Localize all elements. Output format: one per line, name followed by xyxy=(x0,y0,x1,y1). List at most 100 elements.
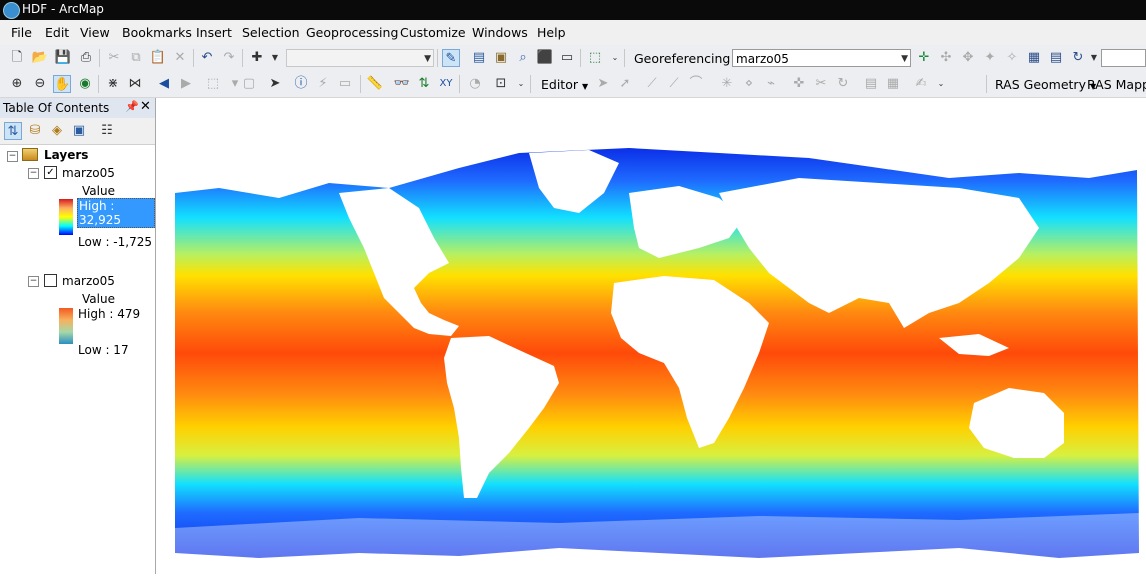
list-by-visibility-icon[interactable]: ◈ xyxy=(48,122,66,140)
add-data-dropdown-icon[interactable]: ▼ xyxy=(266,49,284,67)
copy-icon[interactable]: ⧉ xyxy=(127,49,145,67)
find-route-icon[interactable]: ⇅ xyxy=(415,75,433,93)
clear-selection-icon[interactable]: ▢ xyxy=(240,75,258,93)
go-to-xy-icon[interactable]: XY xyxy=(437,75,455,93)
back-arrow-icon[interactable]: ◀ xyxy=(155,75,173,93)
hyperlink-icon[interactable]: ⚡ xyxy=(314,75,332,93)
search-window-icon[interactable]: ⌕ xyxy=(514,49,532,67)
ras-mapping-menu[interactable]: RAS Mappi xyxy=(1087,77,1146,92)
layer2-high-label: High : 479 xyxy=(78,307,141,321)
select-features-icon[interactable]: ⬚ xyxy=(204,75,222,93)
zoom-out-icon[interactable]: ⊖ xyxy=(31,75,49,93)
edit-annotation-icon[interactable]: ➚ xyxy=(616,75,634,93)
trace-icon[interactable]: ⌒ xyxy=(687,75,705,93)
redo-icon[interactable]: ↷ xyxy=(220,49,238,67)
time-slider-icon[interactable]: ◔ xyxy=(466,75,484,93)
menu-view[interactable]: View xyxy=(80,25,110,40)
paste-icon[interactable]: 📋 xyxy=(149,49,167,67)
list-by-drawing-order-icon[interactable]: ⇅ xyxy=(4,122,22,140)
map-display[interactable] xyxy=(159,98,1146,574)
fixed-zoom-in-icon[interactable]: ⋇ xyxy=(104,75,122,93)
select-elements-arrow-icon[interactable]: ➤ xyxy=(266,75,284,93)
add-data-icon[interactable]: ✚ xyxy=(248,49,266,67)
rotation-angle-input[interactable] xyxy=(1101,49,1146,67)
split-icon[interactable]: ✂ xyxy=(812,75,830,93)
link-table-icon[interactable]: ▤ xyxy=(1047,49,1065,67)
straight-segment-icon[interactable]: ⟋ xyxy=(643,75,661,93)
select-link-icon[interactable]: ✥ xyxy=(959,49,977,67)
new-document-icon[interactable]: 🗋 xyxy=(8,49,26,67)
ras-geometry-menu[interactable]: RAS Geometry ▼ xyxy=(995,77,1096,92)
edit-vertices-icon[interactable]: ⋄ xyxy=(740,75,758,93)
editor-toolbar-toggle-icon[interactable]: ✎ xyxy=(442,49,460,67)
reshape-icon[interactable]: ⌁ xyxy=(762,75,780,93)
editor-menu[interactable]: Editor ▼ xyxy=(541,77,588,92)
menu-windows[interactable]: Windows xyxy=(472,25,528,40)
toc-header: Table Of Contents 📌 ✕ xyxy=(0,98,155,118)
menu-insert[interactable]: Insert xyxy=(196,25,232,40)
point-icon[interactable]: ✳ xyxy=(718,75,736,93)
identify-icon[interactable]: ⓘ xyxy=(292,75,310,93)
open-folder-icon[interactable]: 📂 xyxy=(31,49,49,67)
sketch-properties-icon[interactable]: ▦ xyxy=(884,75,902,93)
menu-customize[interactable]: Customize xyxy=(400,25,466,40)
undo-icon[interactable]: ↶ xyxy=(198,49,216,67)
toolbar3-overflow-icon[interactable]: ⌄ xyxy=(932,75,950,93)
map-scale-combo[interactable]: ▼ xyxy=(286,49,434,67)
layers-group-label[interactable]: Layers xyxy=(44,148,88,162)
endpoint-arc-icon[interactable]: ⟋ xyxy=(665,75,683,93)
layer2-collapse-icon[interactable]: − xyxy=(28,276,39,287)
toolbar2-overflow-icon[interactable]: ⌄ xyxy=(512,75,530,93)
georeferencing-layer-select[interactable]: marzo05 ▼ xyxy=(732,49,911,67)
layers-collapse-icon[interactable]: − xyxy=(7,151,18,162)
menu-file[interactable]: File xyxy=(11,25,32,40)
save-icon[interactable]: 💾 xyxy=(54,49,72,67)
menu-geoprocessing[interactable]: Geoprocessing xyxy=(306,25,398,40)
create-viewer-window-icon[interactable]: ⊡ xyxy=(492,75,510,93)
toc-options-icon[interactable]: ☷ xyxy=(98,122,116,140)
delete-link-icon[interactable]: ✦ xyxy=(981,49,999,67)
cut-icon[interactable]: ✂ xyxy=(105,49,123,67)
pin-icon[interactable]: 📌 xyxy=(125,100,139,113)
layer1-visibility-checkbox[interactable]: ✓ xyxy=(44,166,57,179)
layer2-visibility-checkbox[interactable] xyxy=(44,274,57,287)
print-icon[interactable]: ⎙ xyxy=(77,49,95,67)
layer1-name[interactable]: marzo05 xyxy=(62,166,115,180)
measure-icon[interactable]: 📏 xyxy=(366,75,384,93)
pan-hand-icon[interactable]: ✋ xyxy=(53,75,71,93)
list-by-selection-icon[interactable]: ▣ xyxy=(70,122,88,140)
toolbar-overflow-icon[interactable]: ⌄ xyxy=(606,49,624,67)
add-control-points-icon[interactable]: ✛ xyxy=(915,49,933,67)
close-icon[interactable]: ✕ xyxy=(140,99,151,114)
modelbuilder-icon[interactable]: ⬚ xyxy=(586,49,604,67)
auto-registration-icon[interactable]: ✣ xyxy=(937,49,955,67)
python-window-icon[interactable]: ▭ xyxy=(558,49,576,67)
rotate-icon[interactable]: ✧ xyxy=(1003,49,1021,67)
create-features-icon[interactable]: ✍ xyxy=(912,75,930,93)
fixed-zoom-out-icon[interactable]: ⋈ xyxy=(126,75,144,93)
layer2-name[interactable]: marzo05 xyxy=(62,274,115,288)
attributes-icon[interactable]: ▤ xyxy=(862,75,880,93)
html-popup-icon[interactable]: ▭ xyxy=(336,75,354,93)
table-of-contents-window-icon[interactable]: ▤ xyxy=(470,49,488,67)
title-bar: HDF - ArcMap xyxy=(0,0,1146,20)
menu-edit[interactable]: Edit xyxy=(45,25,69,40)
layer1-collapse-icon[interactable]: − xyxy=(28,168,39,179)
forward-arrow-icon[interactable]: ▶ xyxy=(177,75,195,93)
layer1-high-label[interactable]: High : 32,925 xyxy=(77,198,155,228)
zoom-in-icon[interactable]: ⊕ xyxy=(8,75,26,93)
find-binoculars-icon[interactable]: 👓 xyxy=(393,75,411,93)
full-extent-globe-icon[interactable]: ◉ xyxy=(76,75,94,93)
list-by-source-icon[interactable]: ⛁ xyxy=(26,122,44,140)
viewer-icon[interactable]: ▦ xyxy=(1025,49,1043,67)
georeferencing-menu[interactable]: Georeferencing ▼ xyxy=(634,51,741,66)
arctoolbox-icon[interactable]: ⬛ xyxy=(536,49,554,67)
catalog-window-icon[interactable]: ▣ xyxy=(492,49,510,67)
edit-tool-icon[interactable]: ➤ xyxy=(594,75,612,93)
delete-icon[interactable]: ✕ xyxy=(171,49,189,67)
menu-help[interactable]: Help xyxy=(537,25,566,40)
menu-bookmarks[interactable]: Bookmarks xyxy=(122,25,192,40)
cut-polygons-icon[interactable]: ✜ xyxy=(790,75,808,93)
menu-selection[interactable]: Selection xyxy=(242,25,300,40)
rotate-edit-icon[interactable]: ↻ xyxy=(834,75,852,93)
